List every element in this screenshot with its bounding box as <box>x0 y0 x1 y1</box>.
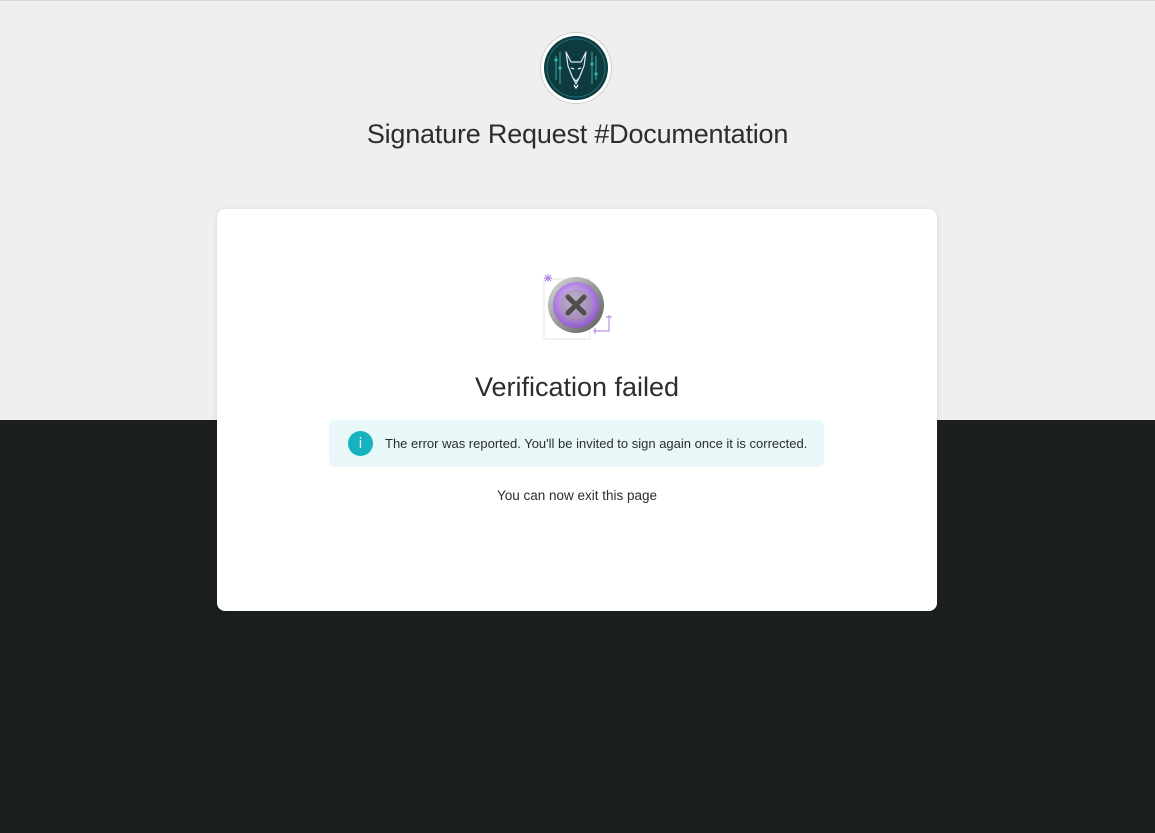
verification-failed-x-icon <box>543 274 612 340</box>
info-icon: i <box>348 431 373 456</box>
status-illustration <box>539 269 619 345</box>
verification-result-card: Verification failed i The error was repo… <box>217 209 937 611</box>
error-info-banner: i The error was reported. You'll be invi… <box>329 420 824 467</box>
info-message: The error was reported. You'll be invite… <box>385 436 808 451</box>
exit-instruction: You can now exit this page <box>496 488 658 503</box>
fox-emblem-icon <box>544 36 608 100</box>
page-title: Signature Request #Documentation <box>366 119 789 149</box>
signature-verification-page: Signature Request #Documentation Verific… <box>0 0 1155 833</box>
verification-status-heading: Verification failed <box>474 372 680 402</box>
brand-logo <box>541 33 611 103</box>
